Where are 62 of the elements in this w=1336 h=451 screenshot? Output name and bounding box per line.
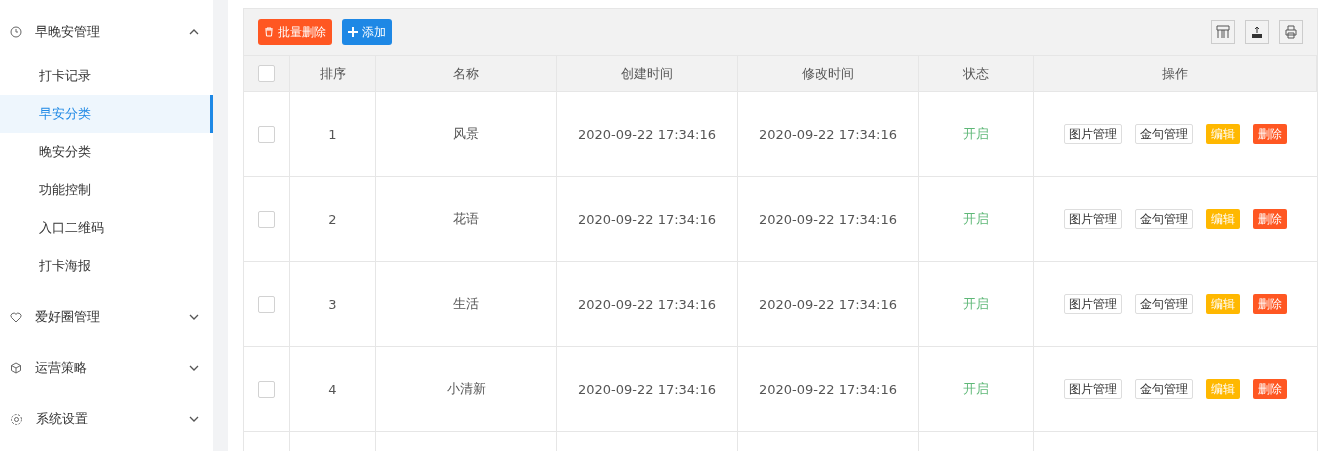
table-cell: 2020-09-22 17:34:16 (577, 211, 717, 227)
plus-icon (348, 27, 358, 37)
print-button[interactable] (1279, 20, 1303, 44)
printer-icon (1284, 25, 1298, 39)
table-cell: 花语 (453, 210, 479, 228)
table-cell: 2020-09-22 17:34:16 (758, 211, 898, 227)
table-cell: 小清新 (446, 380, 486, 398)
row-checkbox[interactable] (258, 125, 275, 143)
column-header: 排序 (319, 64, 346, 83)
export-button[interactable] (1245, 20, 1269, 44)
table-cell: 1 (328, 126, 337, 142)
status-text: 开启 (963, 125, 989, 143)
table-cell: 2 (328, 211, 337, 227)
cube-icon (10, 362, 22, 374)
menu-group[interactable]: 早晚安管理 (0, 10, 213, 54)
quote-manage-button[interactable]: 金句管理 (1135, 124, 1193, 144)
gear-icon (10, 412, 23, 426)
table-cell: 2020-09-22 17:34:16 (758, 126, 898, 142)
columns-icon (1216, 25, 1230, 39)
image-manage-button[interactable]: 图片管理 (1064, 294, 1122, 314)
table-cell: 4 (328, 381, 337, 397)
column-header: 创建时间 (621, 64, 673, 83)
trash-icon (264, 27, 274, 37)
table-cell: 生活 (453, 295, 479, 313)
table-cell: 2020-09-22 17:34:16 (758, 381, 898, 397)
select-all-checkbox[interactable] (258, 65, 275, 82)
row-checkbox[interactable] (258, 295, 275, 313)
column-header: 操作 (1162, 64, 1188, 83)
status-text: 开启 (963, 295, 989, 313)
menu-item[interactable]: 功能控制 (0, 171, 213, 209)
table-cell: 3 (328, 296, 337, 312)
image-manage-button[interactable]: 图片管理 (1064, 209, 1122, 229)
menu-item[interactable]: 入口二维码 (0, 209, 213, 247)
quote-manage-button[interactable]: 金句管理 (1135, 209, 1193, 229)
menu-group[interactable]: 运营策略 (0, 346, 213, 390)
table-cell: 2020-09-22 17:34:16 (577, 381, 717, 397)
heart-icon (10, 311, 22, 323)
menu-group[interactable]: 系统设置 (0, 397, 213, 441)
status-text: 开启 (963, 210, 989, 228)
image-manage-button[interactable]: 图片管理 (1064, 379, 1122, 399)
table-cell: 2020-09-22 17:34:16 (758, 296, 898, 312)
menu-item[interactable]: 打卡海报 (0, 247, 213, 285)
quote-manage-button[interactable]: 金句管理 (1135, 294, 1193, 314)
columns-button[interactable] (1211, 20, 1235, 44)
menu-group[interactable]: 爱好圈管理 (0, 295, 213, 339)
row-checkbox[interactable] (258, 210, 275, 228)
table-cell: 2020-09-22 17:34:16 (577, 126, 717, 142)
column-header: 名称 (453, 64, 479, 83)
image-manage-button[interactable]: 图片管理 (1064, 124, 1122, 144)
table-cell: 风景 (453, 125, 479, 143)
column-header: 修改时间 (802, 64, 854, 83)
menu-item[interactable]: 晚安分类 (0, 133, 213, 171)
table-cell: 2020-09-22 17:34:16 (577, 296, 717, 312)
clock-icon (10, 26, 22, 38)
status-text: 开启 (963, 380, 989, 398)
quote-manage-button[interactable]: 金句管理 (1135, 379, 1193, 399)
column-header: 状态 (963, 64, 989, 83)
add-button[interactable]: 添加 (342, 19, 392, 45)
menu-item[interactable]: 早安分类 (0, 95, 213, 133)
export-icon (1250, 25, 1264, 39)
row-checkbox[interactable] (258, 380, 275, 398)
menu-item[interactable]: 打卡记录 (0, 57, 213, 95)
